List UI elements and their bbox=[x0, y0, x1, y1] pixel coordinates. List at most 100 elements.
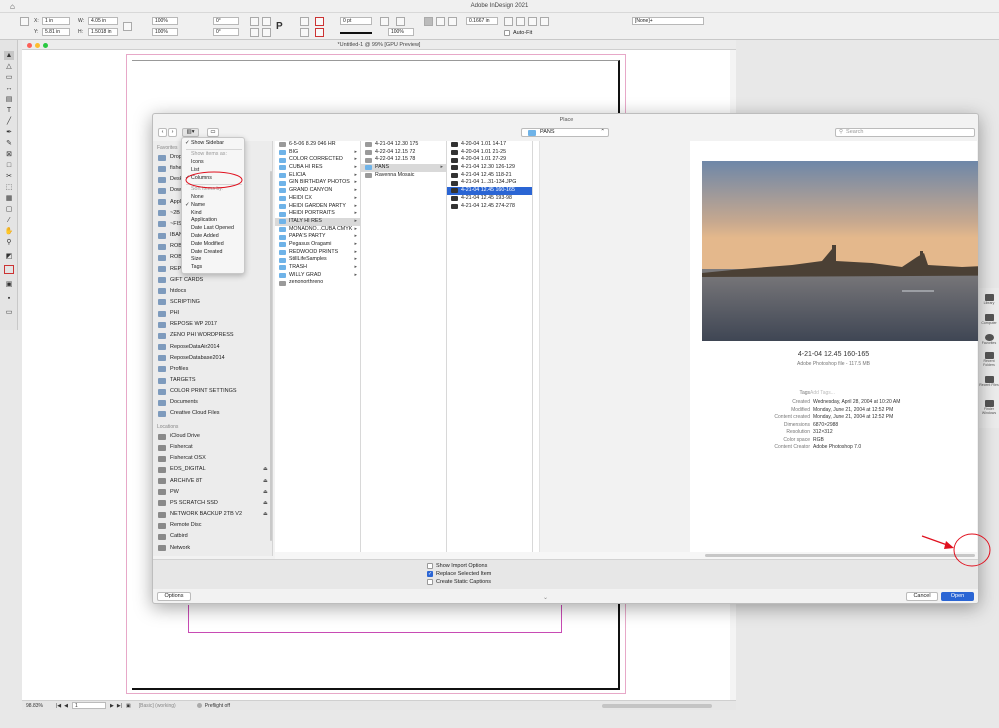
eject-icon[interactable]: ⏏ bbox=[263, 466, 268, 472]
eject-icon[interactable]: ⏏ bbox=[263, 511, 268, 517]
screen-mode-icon[interactable]: ▭ bbox=[4, 308, 14, 317]
gap-field[interactable]: 0.1667 in bbox=[466, 17, 498, 25]
eject-icon[interactable]: ⏏ bbox=[263, 500, 268, 506]
sidebar-favorite-item[interactable]: Profiles bbox=[158, 365, 188, 374]
reference-point-icon[interactable] bbox=[20, 17, 29, 26]
menu-sort-item[interactable]: Kind bbox=[182, 210, 246, 218]
constrain-proportions-icon[interactable] bbox=[123, 22, 132, 31]
profile-status[interactable]: [Basic] (working) bbox=[139, 701, 195, 711]
recent-folders-panel-button[interactable]: Recent Folders bbox=[978, 352, 999, 367]
sidebar-favorite-item[interactable]: ReposeDatabase2014 bbox=[158, 354, 225, 363]
hand-tool-icon[interactable]: ✋ bbox=[4, 227, 14, 236]
favorites-panel-button[interactable]: Favorites bbox=[978, 334, 999, 345]
page-number-field[interactable]: 1 bbox=[72, 702, 107, 709]
sidebar-location-item[interactable]: PS SCRATCH SSD bbox=[158, 499, 218, 508]
show-import-options-box[interactable] bbox=[427, 563, 433, 569]
menu-sort-item[interactable]: Tags bbox=[182, 264, 246, 272]
menu-sort-item[interactable]: Application bbox=[182, 217, 246, 225]
sidebar-favorite-item[interactable]: Creative Cloud Files bbox=[158, 409, 220, 418]
column-item[interactable]: GIN BIRTHDAY PHOTOS ▸ bbox=[275, 179, 360, 187]
eject-icon[interactable]: ⏏ bbox=[263, 489, 268, 495]
center-content-icon[interactable] bbox=[528, 17, 537, 26]
sidebar-location-item[interactable]: PW bbox=[158, 488, 179, 497]
fit-content-icon[interactable] bbox=[504, 17, 513, 26]
preflight-status[interactable]: Preflight off bbox=[205, 701, 230, 711]
column-item[interactable]: Pegasus Oragami ▸ bbox=[275, 241, 360, 249]
rotate-field[interactable]: 0° bbox=[213, 17, 239, 25]
object-style-select[interactable]: [None]+ bbox=[632, 17, 704, 25]
type-on-path-icon[interactable]: P bbox=[276, 21, 283, 32]
menu-sort-item[interactable]: Date Added bbox=[182, 233, 246, 241]
rectangle-tool-icon[interactable]: □ bbox=[4, 161, 14, 170]
back-button[interactable]: ‹ bbox=[158, 128, 167, 137]
shear-field[interactable]: 0° bbox=[213, 28, 239, 36]
sidebar-location-item[interactable]: EOS_DIGITAL bbox=[158, 465, 206, 474]
sidebar-location-item[interactable]: ARCHIVE 8T bbox=[158, 477, 202, 486]
create-static-captions-checkbox[interactable]: Create Static Captions bbox=[427, 579, 491, 585]
rotate-ccw-icon[interactable] bbox=[262, 17, 271, 26]
library-panel-button[interactable]: Library bbox=[978, 294, 999, 305]
column-item[interactable]: zenonorthreno bbox=[275, 279, 360, 287]
collapse-chevron-icon[interactable]: ⌄ bbox=[543, 594, 548, 601]
type-tool-icon[interactable]: T bbox=[4, 106, 14, 115]
column-item[interactable]: Ravenna Mosaic bbox=[361, 172, 446, 180]
column-item[interactable]: GRAND CANYON ▸ bbox=[275, 187, 360, 195]
prev-page-icon[interactable]: ◀ bbox=[64, 701, 68, 711]
home-icon[interactable]: ⌂ bbox=[10, 2, 15, 11]
h-field[interactable]: 1.5018 in bbox=[88, 28, 118, 36]
scale-x-field[interactable]: 100% bbox=[152, 17, 178, 25]
gradient-tool-icon[interactable]: ▦ bbox=[4, 194, 14, 203]
free-transform-tool-icon[interactable]: ⬚ bbox=[4, 183, 14, 192]
fill-stroke-swatch-icon[interactable]: ◩ bbox=[4, 252, 14, 261]
sidebar-scrollbar[interactable] bbox=[270, 171, 272, 541]
menu-sort-item[interactable]: None bbox=[182, 194, 246, 202]
auto-fit-box[interactable] bbox=[504, 30, 510, 36]
eyedropper-tool-icon[interactable]: ⁄ bbox=[4, 216, 14, 225]
align-right-icon[interactable] bbox=[448, 17, 457, 26]
stroke-weight-field[interactable]: 0 pt bbox=[340, 17, 372, 25]
stroke-type-selector[interactable] bbox=[340, 32, 372, 34]
opacity-field[interactable]: 100% bbox=[388, 28, 414, 36]
menu-sort-item[interactable]: Date Last Opened bbox=[182, 225, 246, 233]
menu-sort-item[interactable]: Date Created bbox=[182, 249, 246, 257]
show-import-options-checkbox[interactable]: Show Import Options bbox=[427, 563, 487, 569]
recent-files-panel-button[interactable]: Recent Files bbox=[978, 376, 999, 387]
eject-icon[interactable]: ⏏ bbox=[263, 478, 268, 484]
column-horizontal-scrollbar[interactable] bbox=[275, 552, 977, 559]
horizontal-scrollbar-thumb[interactable] bbox=[602, 704, 712, 708]
tags-input[interactable]: Add Tags... bbox=[810, 390, 835, 396]
close-window-icon[interactable] bbox=[27, 43, 32, 48]
sidebar-favorite-item[interactable]: PHI bbox=[158, 309, 179, 318]
column-item[interactable]: 4-20-04 1.01 27-29 bbox=[447, 156, 532, 164]
sidebar-favorite-item[interactable]: ReposeDataAir2014 bbox=[158, 343, 220, 352]
fit-frame-icon[interactable] bbox=[516, 17, 525, 26]
pen-tool-icon[interactable]: ✒ bbox=[4, 128, 14, 137]
sidebar-favorite-item[interactable]: htdocs bbox=[158, 287, 186, 296]
forward-button[interactable]: › bbox=[168, 128, 177, 137]
y-field[interactable]: 5.81 in bbox=[42, 28, 70, 36]
create-static-captions-box[interactable] bbox=[427, 579, 433, 585]
auto-fit-checkbox[interactable]: Auto-Fit bbox=[504, 30, 532, 36]
replace-selected-item-box[interactable]: ✓ bbox=[427, 571, 433, 577]
menu-view-list[interactable]: List bbox=[182, 167, 246, 175]
apply-color-icon[interactable]: ▪ bbox=[4, 294, 14, 303]
w-field[interactable]: 4.05 in bbox=[88, 17, 118, 25]
column-item[interactable]: 4-21-04 12.45 160-165 bbox=[447, 187, 532, 195]
stroke-swatch-icon[interactable] bbox=[315, 28, 324, 37]
x-field[interactable]: 1 in bbox=[42, 17, 70, 25]
sidebar-location-item[interactable]: NETWORK BACKUP 2TB V2 bbox=[158, 510, 242, 519]
zoom-level[interactable]: 98.83% bbox=[26, 701, 52, 711]
column-item[interactable]: 4-21-04 12.45 274-278 bbox=[447, 203, 532, 211]
menu-sort-item[interactable]: Date Modified bbox=[182, 241, 246, 249]
none-swatch-icon[interactable] bbox=[4, 265, 14, 274]
finder-windows-panel-button[interactable]: Finder Windows bbox=[978, 400, 999, 415]
column-item[interactable]: 4-21-04 12.30 175 bbox=[361, 141, 446, 149]
column-item[interactable]: 6-5-06 8.29 046 HR bbox=[275, 141, 360, 149]
path-popup[interactable]: PANS ⌃ bbox=[521, 128, 609, 137]
column-item[interactable]: WILLY GRAD ▸ bbox=[275, 272, 360, 280]
sidebar-favorite-item[interactable]: ZENO PHI WORDPRESS bbox=[158, 331, 234, 340]
view-options-button[interactable]: ▥▾ bbox=[182, 128, 199, 137]
menu-sort-item[interactable]: Size bbox=[182, 256, 246, 264]
column-item[interactable]: 4-20-04 1.01 14-17 bbox=[447, 141, 532, 149]
zoom-tool-icon[interactable]: ⚲ bbox=[4, 238, 14, 247]
